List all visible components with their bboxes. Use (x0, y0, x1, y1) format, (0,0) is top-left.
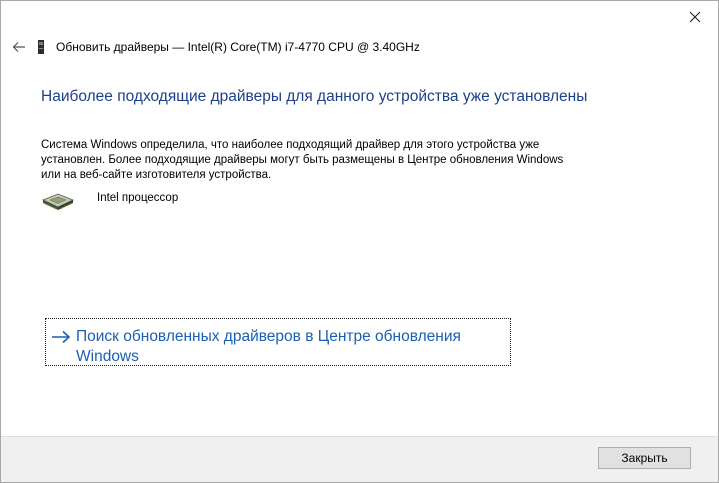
back-button[interactable] (9, 37, 29, 57)
dialog-footer: Закрыть (1, 436, 718, 482)
close-button[interactable]: Закрыть (598, 447, 691, 469)
window-title: Обновить драйверы — Intel(R) Core(TM) i7… (56, 40, 420, 54)
window-close-button[interactable] (672, 1, 718, 33)
search-windows-update-link[interactable]: Поиск обновленных драйверов в Центре обн… (45, 318, 511, 366)
processor-chip-icon (41, 193, 75, 210)
device-name: Intel процессор (97, 192, 179, 204)
arrow-right-icon (52, 330, 71, 344)
page-heading: Наиболее подходящие драйверы для данного… (41, 88, 588, 105)
back-arrow-icon (12, 42, 25, 52)
device-row: Intel процессор (41, 190, 178, 214)
description-text: Система Windows определила, что наиболее… (41, 139, 564, 181)
device-icon (37, 40, 49, 54)
title-bar: Обновить драйверы — Intel(R) Core(TM) i7… (9, 37, 658, 57)
update-drivers-dialog: Обновить драйверы — Intel(R) Core(TM) i7… (0, 0, 719, 483)
search-link-text[interactable]: Поиск обновленных драйверов в Центре обн… (76, 327, 496, 365)
close-icon (689, 11, 701, 23)
